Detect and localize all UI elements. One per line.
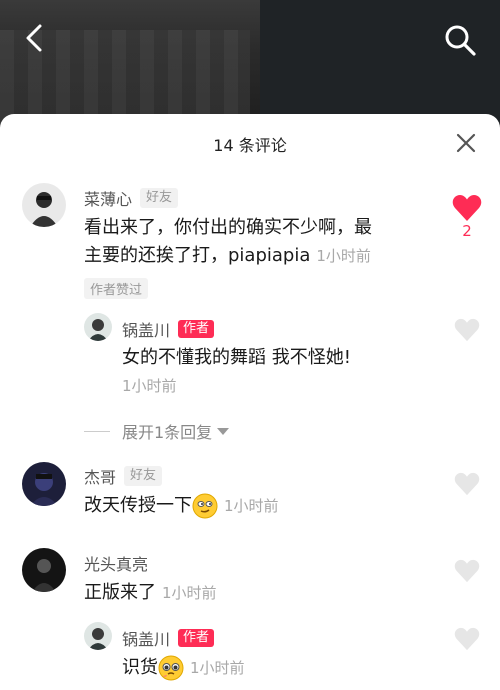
reply-text-content: 识货 bbox=[122, 657, 158, 678]
timestamp: 1小时前 bbox=[190, 659, 245, 677]
comment-text-line-content: 主要的还挨了打，piapiapia bbox=[84, 245, 311, 266]
heart-icon bbox=[454, 472, 480, 496]
timestamp: 1小时前 bbox=[162, 584, 217, 602]
timestamp: 1小时前 bbox=[316, 247, 371, 265]
username[interactable]: 杰哥 bbox=[84, 464, 116, 488]
pleading-emoji bbox=[158, 655, 184, 681]
author-badge: 作者 bbox=[178, 629, 215, 647]
reply-time-row: 1小时前 bbox=[122, 372, 177, 400]
expand-replies-label: 展开1条回复 bbox=[122, 423, 213, 442]
reply-text: 女的不懂我的舞蹈 我不怪她! bbox=[122, 347, 351, 368]
comment-text: 正版来了 1小时前 bbox=[84, 579, 217, 607]
avatar[interactable] bbox=[22, 462, 66, 506]
caret-down-icon bbox=[217, 428, 230, 435]
avatar[interactable] bbox=[22, 183, 66, 227]
like-button[interactable] bbox=[454, 559, 480, 587]
comment-text-content: 正版来了 bbox=[84, 582, 156, 603]
friend-badge: 好友 bbox=[124, 466, 163, 486]
timestamp: 1小时前 bbox=[224, 497, 279, 515]
reply-header: 锅盖川 作者 bbox=[122, 317, 215, 341]
username[interactable]: 锅盖川 bbox=[122, 317, 170, 341]
author-badge: 作者 bbox=[178, 320, 215, 338]
expand-replies-button[interactable]: 展开1条回复 bbox=[84, 419, 230, 443]
username[interactable]: 菜薄心 bbox=[84, 186, 132, 210]
heart-icon bbox=[454, 318, 480, 342]
like-button[interactable] bbox=[454, 627, 480, 655]
dark-backdrop bbox=[260, 0, 500, 125]
avatar-image bbox=[22, 462, 66, 506]
comment-count-title: 14 条评论 bbox=[213, 136, 287, 155]
comment-text: 改天传授一下 1小时前 bbox=[84, 492, 279, 520]
avatar[interactable] bbox=[84, 622, 112, 650]
heart-icon bbox=[452, 195, 482, 221]
like-count: 2 bbox=[462, 222, 472, 240]
author-liked-badge: 作者赞过 bbox=[84, 278, 149, 299]
timestamp: 1小时前 bbox=[122, 377, 177, 395]
heart-icon bbox=[454, 559, 480, 583]
smirk-emoji bbox=[192, 493, 218, 519]
search-icon bbox=[445, 25, 476, 56]
comment-header: 杰哥 好友 bbox=[84, 464, 163, 488]
comment-header: 菜薄心 好友 bbox=[84, 186, 179, 210]
back-button[interactable] bbox=[20, 22, 52, 54]
close-button[interactable] bbox=[454, 131, 478, 155]
username[interactable]: 光头真亮 bbox=[84, 551, 148, 575]
like-button[interactable] bbox=[454, 472, 480, 500]
reply-text: 识货 1小时前 bbox=[122, 654, 245, 682]
like-button[interactable] bbox=[454, 318, 480, 346]
sheet-header: 14 条评论 bbox=[0, 114, 500, 172]
heart-icon bbox=[454, 627, 480, 651]
video-background bbox=[0, 0, 500, 125]
divider bbox=[84, 430, 110, 432]
close-icon bbox=[456, 133, 476, 153]
comment-text-line: 主要的还挨了打，piapiapia 1小时前 bbox=[84, 242, 434, 270]
avatar-image bbox=[84, 313, 112, 341]
avatar-image bbox=[22, 183, 66, 227]
avatar[interactable] bbox=[84, 313, 112, 341]
reply-header: 锅盖川 作者 bbox=[122, 626, 215, 650]
chevron-left-icon bbox=[26, 24, 42, 52]
comment-text-content: 改天传授一下 bbox=[84, 495, 192, 516]
comment-text: 看出来了，你付出的确实不少啊，最 主要的还挨了打，piapiapia 1小时前 bbox=[84, 214, 434, 270]
username[interactable]: 锅盖川 bbox=[122, 626, 170, 650]
comment-header: 光头真亮 bbox=[84, 551, 148, 575]
comment-sheet: 14 条评论 菜薄心 好友 看出来了，你付出的确实不少啊，最 主要的还挨了打，p… bbox=[0, 114, 500, 690]
avatar-image bbox=[22, 548, 66, 592]
avatar[interactable] bbox=[22, 548, 66, 592]
avatar-image bbox=[84, 622, 112, 650]
friend-badge: 好友 bbox=[140, 188, 179, 208]
search-button[interactable] bbox=[442, 22, 478, 58]
comment-text-line: 看出来了，你付出的确实不少啊，最 bbox=[84, 217, 372, 238]
